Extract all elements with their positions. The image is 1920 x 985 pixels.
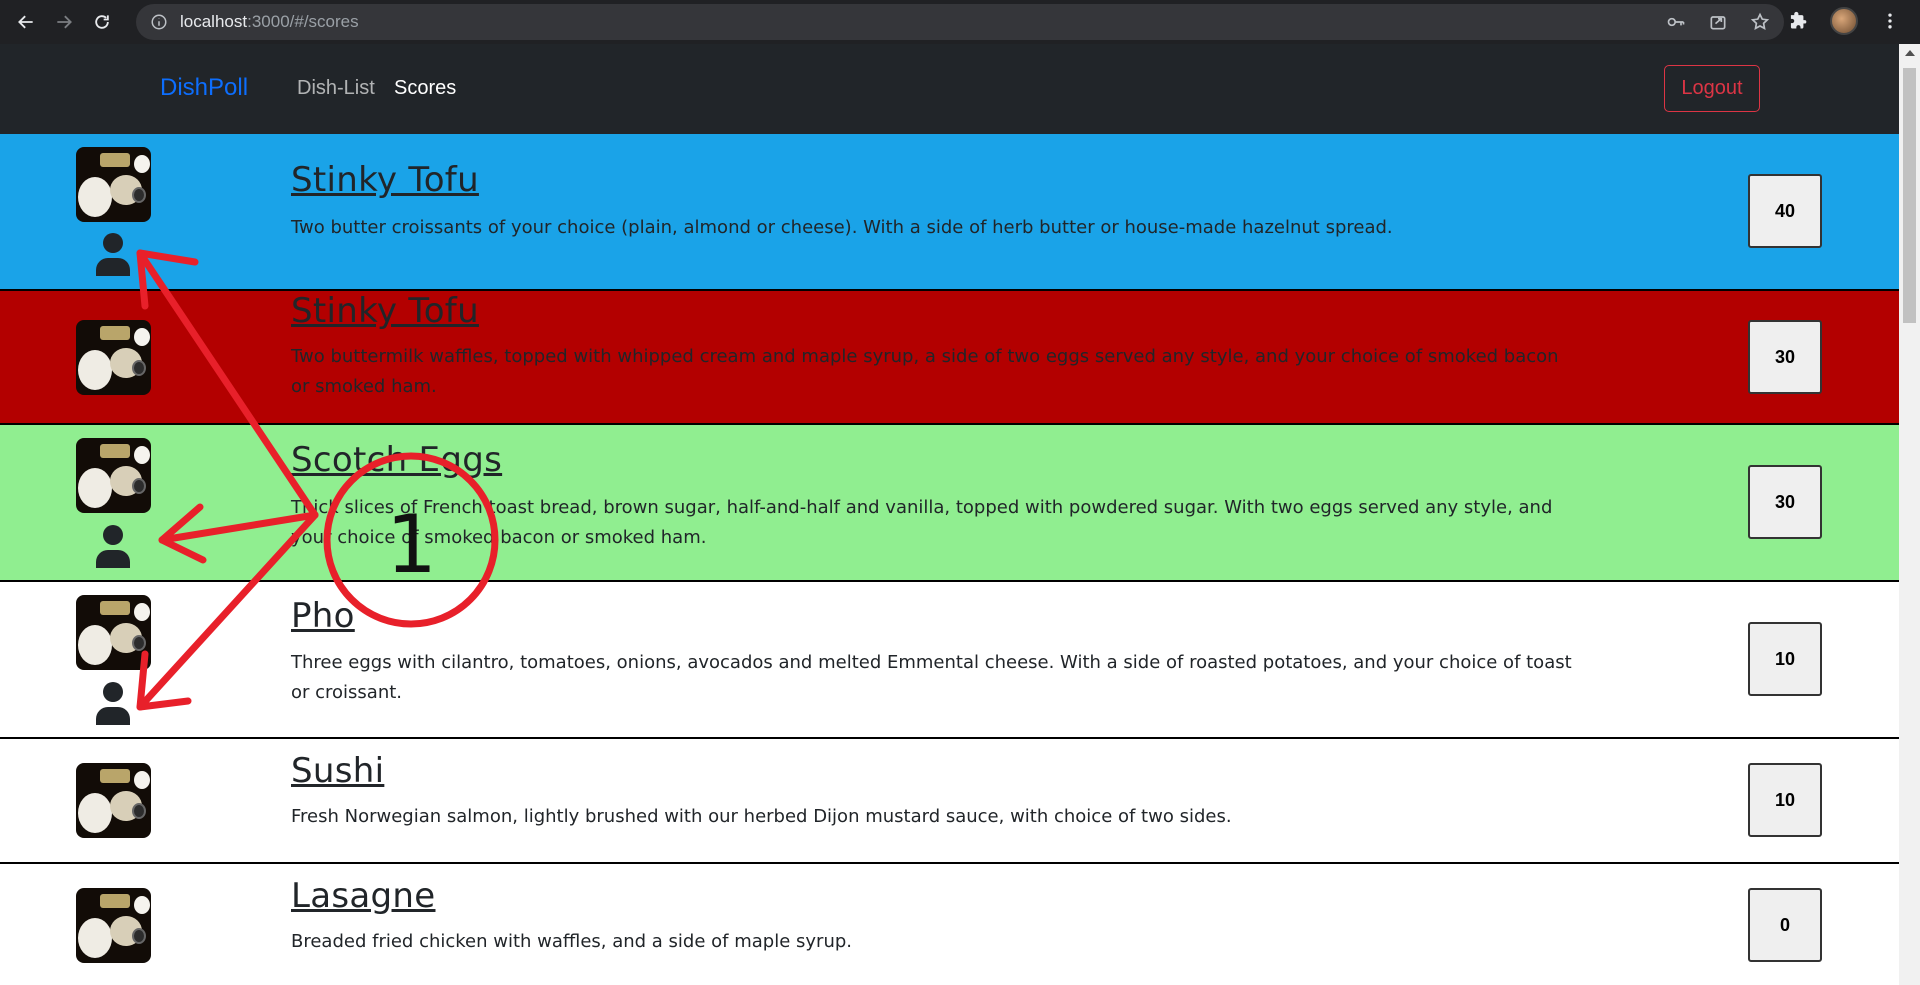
info-icon[interactable] (150, 13, 168, 31)
address-bar[interactable]: localhost:3000/#/scores (136, 4, 1784, 40)
app-navbar: DishPoll Dish-List Scores Logout (0, 44, 1899, 134)
menu-dots-icon[interactable] (1880, 11, 1900, 31)
score-box: 0 (1748, 888, 1822, 962)
dish-row: Pho Three eggs with cilantro, tomatoes, … (0, 582, 1899, 739)
dish-image (76, 320, 151, 395)
dish-row: Lasagne Breaded fried chicken with waffl… (0, 864, 1899, 985)
extensions-puzzle-icon[interactable] (1788, 11, 1808, 31)
dish-row: Sushi Fresh Norwegian salmon, lightly br… (0, 739, 1899, 864)
score-box: 30 (1748, 465, 1822, 539)
nav-link-dish-list[interactable]: Dish-List (297, 77, 375, 100)
back-arrow-icon[interactable] (10, 6, 42, 38)
user-icon (96, 682, 130, 725)
page-scrollbar[interactable] (1899, 44, 1920, 985)
dish-title[interactable]: Stinky Tofu (291, 160, 479, 200)
dish-title[interactable]: Sushi (291, 751, 384, 791)
dish-row: Scotch Eggs Thick slices of French toast… (0, 425, 1899, 582)
reload-icon[interactable] (86, 6, 118, 38)
dish-image (76, 763, 151, 838)
dish-title[interactable]: Stinky Tofu (291, 291, 479, 331)
url-path: :3000/#/scores (247, 12, 359, 31)
dish-description: Two buttermilk waffles, topped with whip… (291, 346, 1559, 397)
dish-row: Stinky Tofu Two buttermilk waffles, topp… (0, 291, 1899, 425)
dish-description: Fresh Norwegian salmon, lightly brushed … (291, 806, 1232, 827)
user-icon (96, 525, 130, 568)
user-icon (96, 233, 130, 276)
score-box: 10 (1748, 763, 1822, 837)
url-host: localhost (180, 12, 248, 31)
logout-button[interactable]: Logout (1664, 65, 1760, 112)
dish-image (76, 438, 151, 513)
nav-link-scores[interactable]: Scores (394, 77, 456, 100)
dish-title[interactable]: Pho (291, 596, 355, 636)
star-icon[interactable] (1750, 12, 1770, 32)
dish-description: Thick slices of French toast bread, brow… (291, 497, 1553, 548)
dish-description: Three eggs with cilantro, tomatoes, onio… (291, 652, 1572, 703)
dish-description: Breaded fried chicken with waffles, and … (291, 931, 852, 952)
brand-link[interactable]: DishPoll (160, 74, 248, 102)
browser-toolbar: localhost:3000/#/scores (0, 0, 1920, 44)
dish-description: Two butter croissants of your choice (pl… (291, 217, 1393, 238)
score-box: 10 (1748, 622, 1822, 696)
key-icon[interactable] (1666, 12, 1686, 32)
dish-title[interactable]: Scotch Eggs (291, 440, 502, 480)
score-box: 30 (1748, 320, 1822, 394)
dish-image (76, 595, 151, 670)
dish-image (76, 147, 151, 222)
scroll-up-arrow-icon[interactable] (1905, 50, 1915, 56)
dish-title[interactable]: Lasagne (291, 876, 435, 916)
dish-image (76, 888, 151, 963)
share-icon[interactable] (1708, 12, 1728, 32)
score-box: 40 (1748, 174, 1822, 248)
forward-arrow-icon[interactable] (48, 6, 80, 38)
scrollbar-thumb[interactable] (1903, 68, 1916, 323)
profile-avatar[interactable] (1830, 7, 1858, 35)
dish-row: Stinky Tofu Two butter croissants of you… (0, 134, 1899, 291)
